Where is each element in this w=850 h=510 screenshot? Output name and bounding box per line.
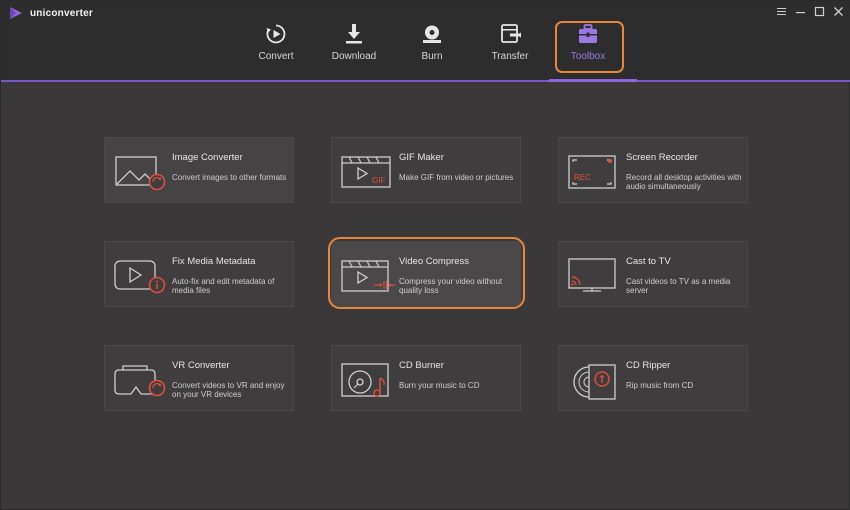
tool-cd-ripper[interactable]: CD Ripper Rip music from CD [558,345,748,411]
app-name: uniconverter [30,7,93,19]
nav-burn[interactable]: Burn [393,19,471,69]
tool-fix-media-metadata[interactable]: Fix Media Metadata Auto-fix and edit met… [104,241,294,307]
tool-gif-maker[interactable]: GIF GIF Maker Make GIF from video or pic… [331,137,521,203]
tool-vr-converter[interactable]: VR Converter Convert videos to VR and en… [104,345,294,411]
nav-transfer-label: Transfer [491,51,529,62]
nav-download[interactable]: Download [315,19,393,69]
nav-convert-label: Convert [258,51,294,62]
image-converter-icon [115,156,166,191]
tool-title: Cast to TV [626,256,671,267]
tool-description: Auto-fix and edit metadata of media file… [172,277,275,295]
tool-description: Record all desktop activities with audio… [626,173,742,191]
nav-burn-label: Burn [421,51,443,62]
hamburger-menu-icon [776,7,786,15]
brand: uniconverter [9,6,93,20]
nav-convert[interactable]: Convert [237,19,315,69]
burn-icon [423,25,441,43]
tool-cd-burner[interactable]: CD Burner Burn your music to CD [331,345,521,411]
tool-title: GIF Maker [399,152,444,163]
video-compress-icon [341,260,395,292]
close-button[interactable] [831,4,845,18]
tool-description: Convert images to other formats [172,173,287,182]
cd-burner-icon [341,363,389,397]
tool-description: Burn your music to CD [399,381,480,390]
tool-description: Cast videos to TV as a media server [626,277,731,295]
toolbox-icon [579,24,597,43]
top-bar: uniconverter Convert Download Burn Trans… [1,1,850,82]
nav-download-label: Download [331,51,377,62]
menu-button[interactable] [774,4,788,18]
toolbox-grid: Image Converter Convert images to other … [1,84,850,510]
tool-video-compress[interactable]: Video Compress Compress your video witho… [331,241,521,307]
fix-metadata-icon [114,260,166,294]
tool-cast-to-tv[interactable]: Cast to TV Cast videos to TV as a media … [558,241,748,307]
tool-description: Rip music from CD [626,381,694,390]
download-icon [346,24,362,44]
cd-ripper-icon [573,364,616,400]
maximize-icon [814,6,824,16]
gif-badge-text: GIF [372,176,385,185]
tool-title: Fix Media Metadata [172,256,256,267]
tool-title: CD Burner [399,360,444,371]
cast-tv-icon [568,258,616,292]
close-icon [833,6,843,16]
app-logo-icon [10,7,22,19]
vr-converter-icon [114,365,166,397]
nav-toolbox[interactable]: Toolbox [555,19,624,73]
tool-description: Compress your video without quality loss [399,277,503,295]
rec-badge-text: REC [574,173,591,182]
maximize-button[interactable] [812,4,826,18]
nav-toolbox-label: Toolbox [570,51,606,62]
nav-transfer[interactable]: Transfer [471,19,549,69]
minimize-icon [795,11,805,13]
window-controls [774,4,845,18]
app-window: uniconverter Convert Download Burn Trans… [0,0,850,510]
gif-maker-icon: GIF [341,156,391,188]
transfer-icon [501,24,521,43]
tool-description: Convert videos to VR and enjoy on your V… [172,381,285,399]
minimize-button[interactable] [793,4,807,18]
tool-description: Make GIF from video or pictures [399,173,514,182]
tool-image-converter[interactable]: Image Converter Convert images to other … [104,137,294,203]
tool-title: Image Converter [172,152,243,163]
screen-recorder-icon: REC [568,155,616,189]
tool-title: Screen Recorder [626,152,698,163]
active-tab-indicator [549,79,637,82]
tool-title: VR Converter [172,360,230,371]
tool-screen-recorder[interactable]: REC Screen Recorder Record all desktop a… [558,137,748,203]
tool-title: Video Compress [399,256,470,267]
tool-title: CD Ripper [626,360,671,371]
main-nav: Convert Download Burn Transfer Toolbox [237,19,624,73]
convert-icon [266,24,286,44]
